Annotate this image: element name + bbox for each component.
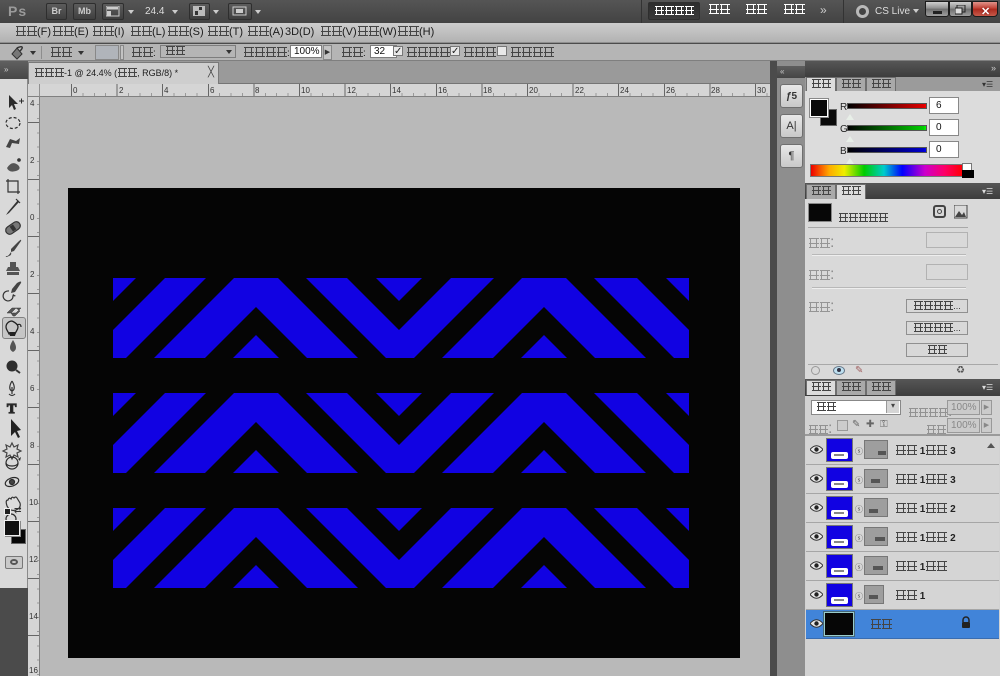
- svg-text:T: T: [7, 402, 17, 417]
